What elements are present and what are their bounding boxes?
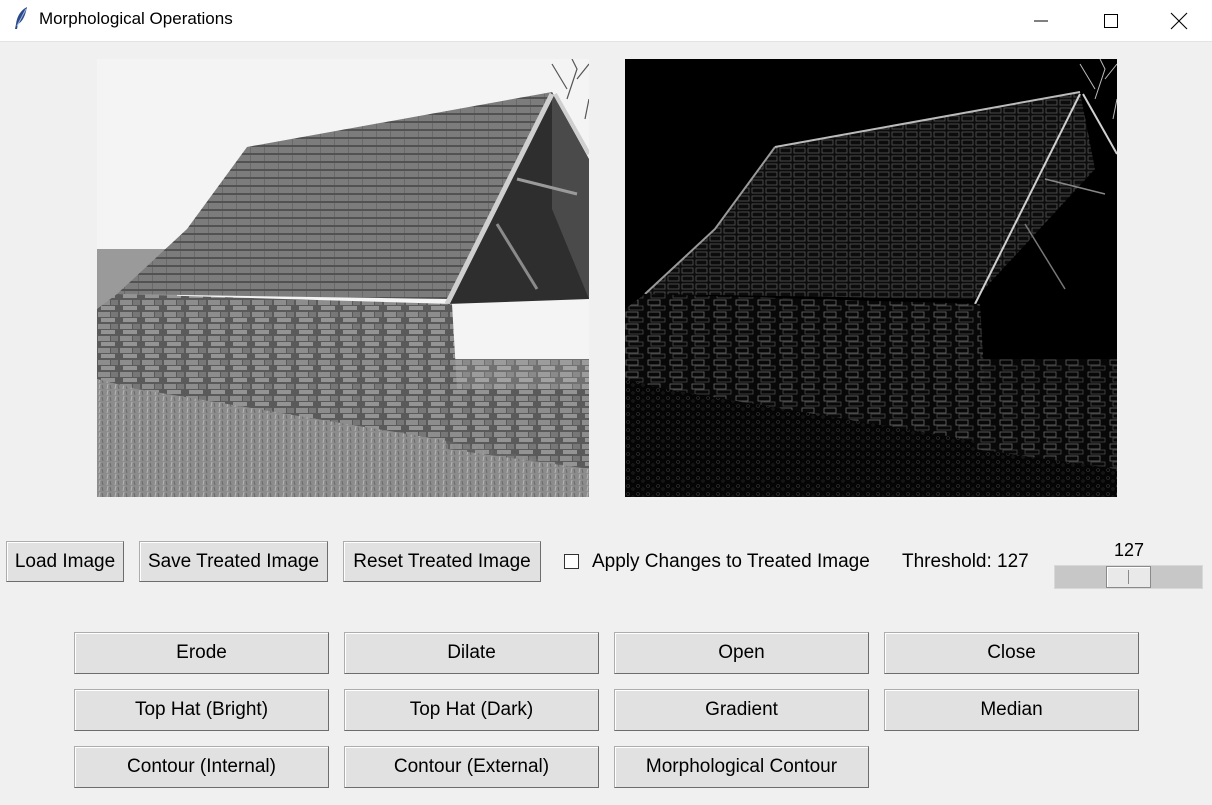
open-button[interactable]: Open xyxy=(614,632,869,674)
dilate-button[interactable]: Dilate xyxy=(344,632,599,674)
erode-button[interactable]: Erode xyxy=(74,632,329,674)
minimize-button[interactable] xyxy=(1006,0,1076,41)
morphological-contour-button[interactable]: Morphological Contour xyxy=(614,746,869,788)
median-button[interactable]: Median xyxy=(884,689,1139,731)
threshold-label: Threshold: 127 xyxy=(902,551,1029,572)
title-bar: Morphological Operations xyxy=(0,0,1212,42)
window-title: Morphological Operations xyxy=(39,9,233,28)
minimize-icon xyxy=(1034,20,1048,21)
close-icon xyxy=(1170,12,1188,29)
threshold-slider-value: 127 xyxy=(1113,540,1145,560)
threshold-slider-handle[interactable] xyxy=(1106,566,1151,588)
close-window-button[interactable] xyxy=(1146,0,1212,41)
contour-internal-button[interactable]: Contour (Internal) xyxy=(74,746,329,788)
load-image-button[interactable]: Load Image xyxy=(6,541,124,582)
top-hat-bright-button[interactable]: Top Hat (Bright) xyxy=(74,689,329,731)
treated-image xyxy=(625,59,1117,497)
save-treated-image-button[interactable]: Save Treated Image xyxy=(139,541,328,582)
feather-icon xyxy=(15,7,27,29)
close-button[interactable]: Close xyxy=(884,632,1139,674)
contour-external-button[interactable]: Contour (External) xyxy=(344,746,599,788)
reset-treated-image-button[interactable]: Reset Treated Image xyxy=(343,541,541,582)
original-image xyxy=(97,59,589,497)
maximize-button[interactable] xyxy=(1076,0,1146,41)
apply-changes-checkbox[interactable] xyxy=(564,554,579,569)
gradient-button[interactable]: Gradient xyxy=(614,689,869,731)
apply-changes-label[interactable]: Apply Changes to Treated Image xyxy=(592,551,870,573)
maximize-icon xyxy=(1104,13,1118,28)
top-hat-dark-button[interactable]: Top Hat (Dark) xyxy=(344,689,599,731)
